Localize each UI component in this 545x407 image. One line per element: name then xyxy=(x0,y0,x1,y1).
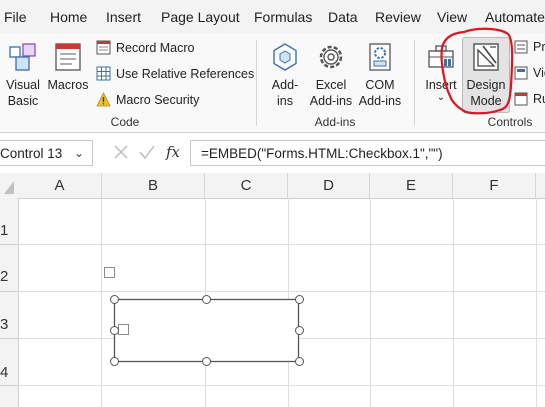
gridline xyxy=(18,244,545,245)
row-header-4[interactable]: 4 xyxy=(0,364,18,381)
relative-references-label: Use Relative References xyxy=(116,66,255,81)
macro-security-label: Macro Security xyxy=(116,92,200,107)
column-header-row: A B C D E F xyxy=(0,173,545,199)
visual-basic-label: Visual Basic xyxy=(6,78,40,108)
row-header-3[interactable]: 3 xyxy=(0,316,18,333)
column-header-f[interactable]: F xyxy=(453,173,536,198)
tab-home[interactable]: Home xyxy=(50,9,87,25)
gridline xyxy=(101,198,102,407)
row-header-2[interactable]: 2 xyxy=(0,268,18,285)
view-code-label: Vie xyxy=(533,66,545,80)
cancel-icon[interactable] xyxy=(112,140,130,166)
properties-label: Pro xyxy=(533,40,545,54)
resize-handle-top[interactable] xyxy=(202,295,211,304)
column-header-e[interactable]: E xyxy=(370,173,453,198)
row-divider xyxy=(0,291,18,292)
column-header-c[interactable]: C xyxy=(205,173,288,198)
excel-addins-label: Excel Add-ins xyxy=(309,78,353,108)
chevron-down-icon[interactable]: ⌄ xyxy=(74,146,84,160)
select-all-icon[interactable] xyxy=(0,173,18,198)
record-macro-icon xyxy=(96,40,111,55)
row-divider xyxy=(0,338,18,339)
use-relative-references-button[interactable]: Use Relative References xyxy=(96,66,254,81)
name-box-value: Control 13 xyxy=(0,146,63,161)
relative-references-icon xyxy=(96,66,111,81)
resize-handle-bottom-right[interactable] xyxy=(295,357,304,366)
tab-page-layout[interactable]: Page Layout xyxy=(161,9,240,25)
formula-input[interactable]: =EMBED("Forms.HTML:Checkbox.1","") xyxy=(190,140,545,166)
macros-label: Macros xyxy=(47,78,89,92)
form-checkbox-1[interactable] xyxy=(104,267,115,278)
tab-view[interactable]: View xyxy=(437,9,467,25)
resize-handle-top-right[interactable] xyxy=(295,295,304,304)
tab-insert[interactable]: Insert xyxy=(106,9,141,25)
addins-group-label: Add-ins xyxy=(314,115,356,129)
gridline xyxy=(536,198,537,407)
column-header-a[interactable]: A xyxy=(18,173,102,198)
macros-icon xyxy=(55,43,81,71)
excel-addins-button[interactable]: Excel Add-ins xyxy=(308,41,354,109)
record-macro-label: Record Macro xyxy=(116,40,195,55)
com-addins-label: COM Add-ins xyxy=(358,78,402,108)
tab-data[interactable]: Data xyxy=(328,9,358,25)
formula-text: =EMBED("Forms.HTML:Checkbox.1","") xyxy=(201,146,443,161)
addins-hexagon-icon xyxy=(273,43,297,71)
com-addins-icon xyxy=(369,43,391,71)
row-divider xyxy=(0,385,18,386)
resize-handle-top-left[interactable] xyxy=(110,295,119,304)
formula-bar: Control 13 ⌄ fx =EMBED("Forms.HTML:Check… xyxy=(0,137,545,169)
resize-handle-left[interactable] xyxy=(110,326,119,335)
name-box[interactable]: Control 13 ⌄ xyxy=(0,140,93,166)
record-macro-button[interactable]: Record Macro xyxy=(96,40,195,55)
tab-formulas[interactable]: Formulas xyxy=(254,9,312,25)
warning-icon xyxy=(96,92,111,107)
macro-security-button[interactable]: Macro Security xyxy=(96,92,199,107)
macros-button[interactable]: Macros xyxy=(46,41,90,93)
gridline xyxy=(370,198,371,407)
gridline xyxy=(18,385,545,386)
gear-icon xyxy=(319,45,343,69)
addins-label: Add- ins xyxy=(271,78,299,108)
tab-automate[interactable]: Automate xyxy=(485,9,545,25)
column-header-b[interactable]: B xyxy=(102,173,205,198)
visual-basic-icon xyxy=(9,43,36,71)
addins-button[interactable]: Add- ins xyxy=(266,41,304,109)
gridline xyxy=(18,291,545,292)
run-dialog-label: Ru xyxy=(533,92,545,106)
annotation-circle xyxy=(440,27,514,115)
formula-buttons: fx xyxy=(110,140,190,166)
row-divider xyxy=(0,244,18,245)
resize-handle-right[interactable] xyxy=(295,326,304,335)
group-separator xyxy=(256,40,257,126)
com-addins-button[interactable]: COM Add-ins xyxy=(357,41,403,109)
code-group-label: Code xyxy=(110,115,140,129)
tab-review[interactable]: Review xyxy=(375,9,421,25)
enter-icon[interactable] xyxy=(138,140,156,166)
resize-handle-bottom[interactable] xyxy=(202,357,211,366)
gridline xyxy=(453,198,454,407)
tab-file[interactable]: File xyxy=(4,9,27,25)
visual-basic-button[interactable]: Visual Basic xyxy=(3,41,43,109)
insert-function-icon[interactable]: fx xyxy=(166,143,180,161)
resize-handle-bottom-left[interactable] xyxy=(110,357,119,366)
row-header-1[interactable]: 1 xyxy=(0,222,18,239)
column-header-d[interactable]: D xyxy=(288,173,370,198)
group-separator xyxy=(414,40,415,126)
form-checkbox-2[interactable] xyxy=(118,324,129,335)
